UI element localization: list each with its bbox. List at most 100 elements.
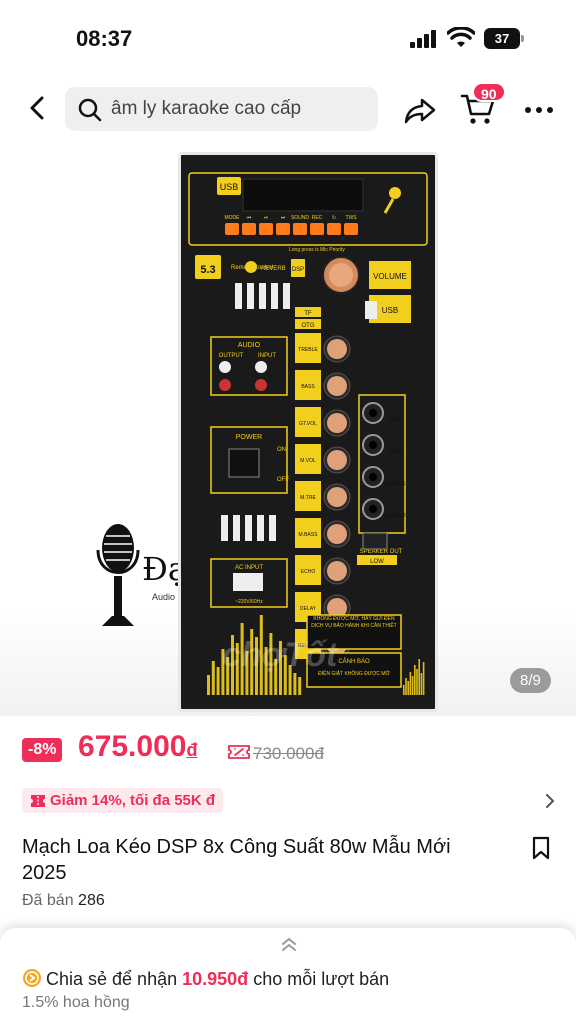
knob-label: M.VOL	[300, 458, 316, 464]
equalizer-bar	[407, 681, 409, 695]
status-time: 08:37	[76, 26, 133, 51]
sold-label: Đã bán	[22, 892, 74, 909]
search-icon	[78, 98, 102, 122]
knob-label: BASS	[301, 384, 315, 390]
equalizer-bar	[409, 672, 412, 695]
top-button-row: MODE ⏮ ⏯ ⏭ SOUND REC ↻ TWS	[225, 215, 358, 235]
top-button-label: ⏭	[281, 215, 286, 221]
amplifier-board-drawing: USB MODE ⏮ ⏯ ⏭ SOUND REC ↻ TWS 5.3 Remote Contr…	[188, 172, 428, 695]
warning-title: CẢNH BÁO	[338, 658, 370, 665]
brand-logo: Đạt Audio	[88, 520, 200, 630]
equalizer-bar	[414, 665, 416, 695]
power-label: POWER	[236, 434, 262, 441]
amplifier-board-image: USB MODE ⏮ ⏯ ⏭ SOUND REC ↻ TWS 5.3 Remote Contr…	[178, 152, 438, 712]
promo-chip[interactable]: Giảm 14%, tối đa 55K đ	[22, 788, 224, 813]
equalizer-bar	[416, 669, 418, 695]
knob-label: M.BASS	[299, 532, 319, 538]
top-button-label: SOUND	[291, 215, 309, 221]
knob	[327, 561, 347, 581]
top-button	[293, 223, 307, 235]
equalizer-bar	[298, 677, 302, 695]
product-title: Mạch Loa Kéo DSP 8x Công Suất 80w Mẫu Mớ…	[22, 836, 451, 884]
gallery-counter: 8/9	[510, 668, 551, 693]
coin-icon	[23, 969, 41, 987]
search-query-text: âm ly karaoke cao cấp	[111, 98, 302, 119]
share-icon[interactable]	[402, 94, 438, 126]
ac-voltage-label: ~220V/60Hz	[235, 599, 263, 605]
equalizer-bar	[411, 676, 414, 695]
knob-label: TREBLE	[298, 347, 318, 353]
knob-label: M.TRE	[300, 495, 316, 501]
mic-jack-label: GUITAR1	[384, 481, 406, 487]
otg-label: OTG	[302, 323, 315, 329]
back-arrow-icon[interactable]	[24, 92, 52, 124]
watermark: chợTốt	[222, 636, 338, 674]
equalizer-bar	[422, 662, 425, 695]
speaker-out-label: SPEAKER OUT	[360, 549, 403, 555]
top-button	[225, 223, 239, 235]
affiliate-prefix: Chia sẻ để nhận	[46, 969, 178, 989]
affiliate-suffix: cho mỗi lượt bán	[253, 969, 390, 989]
wifi-icon	[447, 27, 475, 47]
currency-symbol: đ	[186, 740, 198, 760]
knob	[327, 413, 347, 433]
bluetooth-version: 5.3	[200, 264, 215, 276]
mic-jack-label: MIC2	[389, 449, 401, 455]
reverb-label: REVERB	[261, 266, 286, 272]
original-price: 730.000đ	[253, 744, 324, 763]
equalizer-bar	[207, 675, 210, 695]
knob	[327, 339, 347, 359]
top-button-label: MODE	[225, 215, 241, 221]
microphone-logo-icon	[96, 524, 140, 626]
knob	[327, 376, 347, 396]
affiliate-bottom-sheet[interactable]: Chia sẻ để nhận 10.950đ cho mỗi lượt bán…	[0, 928, 576, 1024]
cart-count-badge: 90	[472, 82, 506, 102]
top-button-label: ↻	[332, 215, 336, 221]
equalizer-bar	[420, 673, 423, 695]
search-bar[interactable]: âm ly karaoke cao cấp	[65, 87, 378, 131]
usb-port-label: USB	[382, 306, 398, 315]
equalizer-bar	[211, 661, 215, 695]
coupon-icon	[31, 795, 45, 807]
battery-indicator: 37	[484, 28, 524, 49]
tf-label: TF	[304, 311, 312, 317]
knob-label: DELAY	[300, 606, 317, 612]
long-press-label: Long press is Mic Priority	[289, 247, 345, 253]
top-button-label: TWS	[345, 215, 357, 221]
price-row: -8% 675.000đ 730.000đ	[0, 716, 576, 786]
chevron-right-icon[interactable]	[544, 794, 556, 808]
brand-subtitle: Audio	[152, 592, 176, 602]
knob-label: GT.VOL	[299, 421, 317, 427]
affiliate-share-line: Chia sẻ để nhận 10.950đ cho mỗi lượt bán	[22, 968, 389, 990]
mic-jack-label: GUITAR2	[384, 513, 406, 519]
top-button-label: ⏯	[264, 215, 268, 221]
status-bar: 08:37 37	[0, 0, 576, 78]
audio-label: AUDIO	[238, 342, 261, 349]
input-label: INPUT	[258, 353, 276, 359]
low-label: LOW	[370, 559, 384, 565]
top-button	[310, 223, 324, 235]
sold-number: 286	[78, 892, 105, 909]
top-button	[276, 223, 290, 235]
promo-text: Giảm 14%, tối đa 55K đ	[50, 792, 216, 809]
power-on-label: ON	[277, 447, 286, 453]
top-button	[327, 223, 341, 235]
mic-jack-hole	[369, 441, 377, 449]
power-off-label: OFF	[277, 477, 289, 483]
commission-rate: 1.5% hoa hồng	[22, 994, 130, 1011]
sold-count: Đã bán 286	[22, 892, 105, 910]
dsp-label: DSP	[292, 267, 304, 273]
top-button	[242, 223, 256, 235]
mic-jacks: MIC1 MIC2 GUITAR1 GUITAR2	[362, 402, 406, 520]
chevron-up-icon[interactable]	[280, 936, 298, 954]
board-usb-label: USB	[220, 182, 239, 192]
bookmark-icon[interactable]	[531, 836, 551, 860]
more-options-icon[interactable]	[524, 106, 554, 114]
warning-text-1: KHÔNG ĐƯỢC MỞ, HÃY GỬI ĐẾN DỊCH VỤ BẢO H…	[311, 616, 397, 629]
affiliate-amount: 10.950đ	[182, 969, 249, 989]
output-label: OUTPUT	[219, 353, 244, 359]
equalizer-bar	[405, 678, 407, 695]
current-price: 675.000đ	[78, 730, 197, 764]
voucher-ticket-icon	[228, 745, 250, 759]
product-image-gallery[interactable]: Đạt Audio USB MODE ⏮ ⏯ ⏭ SOUND REC ↻ TWS 5.3 Re…	[0, 142, 576, 716]
